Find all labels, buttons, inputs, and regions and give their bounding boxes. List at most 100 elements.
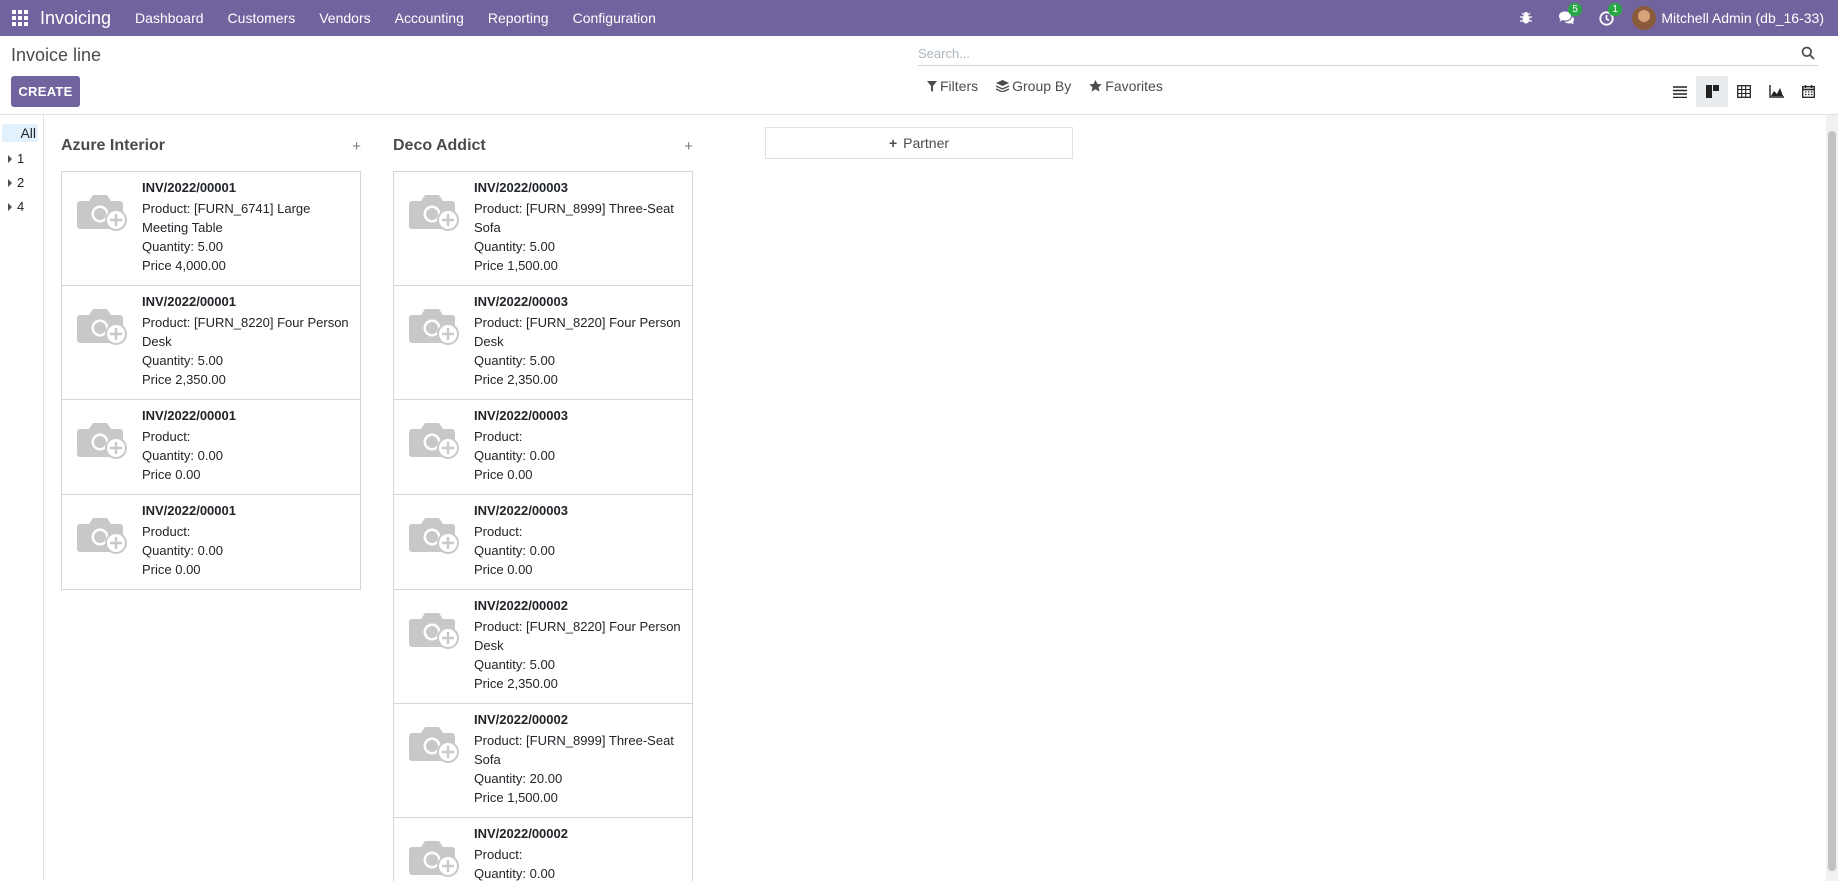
image-placeholder-icon [76, 294, 142, 389]
image-placeholder-icon [408, 503, 474, 579]
price-line: Price 2,350.00 [142, 372, 226, 387]
quantity-line: Quantity: 5.00 [142, 353, 223, 368]
kanban-card[interactable]: INV/2022/00002 Product: [FURN_8999] Thre… [393, 704, 693, 818]
product-line: Product: [142, 524, 191, 539]
kanban-column-deco-addict: Deco Addict + INV/2022/00003 Product: [F… [393, 115, 693, 881]
menu-item-accounting[interactable]: Accounting [383, 0, 476, 36]
kanban-card[interactable]: INV/2022/00001 Product: Quantity: 0.00 P… [61, 400, 361, 495]
product-line: Product: [474, 524, 523, 539]
activities-clock-icon[interactable]: 1 [1586, 0, 1626, 36]
price-line: Price 0.00 [142, 562, 201, 577]
graph-view-icon[interactable] [1760, 76, 1792, 107]
card-body: INV/2022/00002 Product: [FURN_8999] Thre… [474, 712, 682, 807]
page-title: Invoice line [11, 45, 102, 65]
column-title[interactable]: Deco Addict [393, 137, 486, 155]
caret-right-icon [8, 154, 12, 163]
invoice-number: INV/2022/00001 [142, 294, 236, 309]
image-placeholder-icon [408, 294, 474, 389]
view-switcher [1664, 76, 1824, 107]
side-panel-item-all[interactable]: All [2, 124, 38, 142]
menu-item-configuration[interactable]: Configuration [561, 0, 668, 36]
column-title[interactable]: Azure Interior [61, 137, 165, 155]
scrollbar-thumb[interactable] [1828, 131, 1836, 871]
apps-menu-icon[interactable] [0, 0, 40, 36]
side-panel-item-4[interactable]: 4 [8, 199, 43, 214]
card-body: INV/2022/00003 Product: [FURN_8220] Four… [474, 294, 682, 389]
product-line: Product: [FURN_8220] Four Person Desk [474, 619, 681, 653]
kanban-card[interactable]: INV/2022/00003 Product: Quantity: 0.00 P… [393, 495, 693, 590]
invoice-number: INV/2022/00003 [474, 180, 568, 195]
price-line: Price 0.00 [474, 562, 533, 577]
kanban-card[interactable]: INV/2022/00001 Product: [FURN_8220] Four… [61, 286, 361, 400]
invoice-number: INV/2022/00002 [474, 826, 568, 841]
quantity-line: Quantity: 0.00 [142, 448, 223, 463]
product-line: Product: [FURN_6741] Large Meeting Table [142, 201, 311, 235]
card-body: INV/2022/00003 Product: Quantity: 0.00 P… [474, 503, 568, 579]
quantity-line: Quantity: 0.00 [142, 543, 223, 558]
image-placeholder-icon [408, 180, 474, 275]
kanban-card[interactable]: INV/2022/00002 Product: [FURN_8220] Four… [393, 590, 693, 704]
filter-icon [927, 80, 937, 92]
image-placeholder-icon [76, 408, 142, 484]
caret-right-icon [8, 178, 12, 187]
side-panel-item-1[interactable]: 1 [8, 151, 43, 166]
search-input[interactable] [918, 45, 1798, 61]
quick-create-plus-icon[interactable]: + [684, 138, 693, 155]
image-placeholder-icon [408, 598, 474, 693]
product-line: Product: [FURN_8999] Three-Seat Sofa [474, 201, 674, 235]
kanban-card[interactable]: INV/2022/00003 Product: [FURN_8220] Four… [393, 286, 693, 400]
add-column-button[interactable]: + Partner [765, 127, 1073, 159]
calendar-view-icon[interactable] [1792, 76, 1824, 107]
card-body: INV/2022/00001 Product: [FURN_6741] Larg… [142, 180, 350, 275]
create-button[interactable]: CREATE [11, 76, 80, 107]
favorites-button[interactable]: Favorites [1089, 78, 1163, 94]
price-line: Price 0.00 [142, 467, 201, 482]
plus-icon: + [888, 135, 898, 151]
card-body: INV/2022/00002 Product: [FURN_8220] Four… [474, 598, 682, 693]
pivot-view-icon[interactable] [1728, 76, 1760, 107]
quantity-line: Quantity: 20.00 [474, 771, 563, 786]
menu-item-dashboard[interactable]: Dashboard [123, 0, 216, 36]
search-bar [918, 41, 1818, 66]
product-line: Product: [FURN_8220] Four Person Desk [142, 315, 349, 349]
filters-button[interactable]: Filters [927, 78, 978, 94]
activities-count-badge: 1 [1608, 3, 1622, 16]
user-menu[interactable]: Mitchell Admin (db_16-33) [1626, 0, 1838, 36]
page-scrollbar[interactable] [1826, 115, 1838, 881]
menu-item-reporting[interactable]: Reporting [476, 0, 561, 36]
kanban-card[interactable]: INV/2022/00003 Product: Quantity: 0.00 P… [393, 400, 693, 495]
invoice-number: INV/2022/00003 [474, 294, 568, 309]
card-body: INV/2022/00001 Product: [FURN_8220] Four… [142, 294, 350, 389]
quick-create-plus-icon[interactable]: + [352, 138, 361, 155]
column-header: Azure Interior + [61, 115, 361, 171]
product-line: Product: [FURN_8220] Four Person Desk [474, 315, 681, 349]
search-icon[interactable] [1798, 43, 1818, 63]
kanban-view-icon[interactable] [1696, 76, 1728, 107]
side-panel-item-label: 4 [17, 199, 25, 214]
list-view-icon[interactable] [1664, 76, 1696, 107]
image-placeholder-icon [408, 408, 474, 484]
invoice-number: INV/2022/00003 [474, 503, 568, 518]
main-menu: Dashboard Customers Vendors Accounting R… [123, 0, 668, 36]
quantity-line: Quantity: 0.00 [474, 448, 555, 463]
messages-icon[interactable]: 5 [1546, 0, 1586, 36]
debug-bug-icon[interactable] [1506, 0, 1546, 36]
side-panel-item-2[interactable]: 2 [8, 175, 43, 190]
quantity-line: Quantity: 0.00 [474, 543, 555, 558]
menu-item-customers[interactable]: Customers [216, 0, 308, 36]
group-by-button[interactable]: Group By [996, 78, 1071, 94]
menu-item-vendors[interactable]: Vendors [307, 0, 382, 36]
card-body: INV/2022/00003 Product: Quantity: 0.00 P… [474, 408, 568, 484]
kanban-card[interactable]: INV/2022/00003 Product: [FURN_8999] Thre… [393, 171, 693, 286]
app-name[interactable]: Invoicing [40, 8, 111, 29]
price-line: Price 2,350.00 [474, 676, 558, 691]
kanban-card[interactable]: INV/2022/00002 Product: Quantity: 0.00 P… [393, 818, 693, 881]
add-column-label: Partner [903, 135, 950, 151]
quantity-line: Quantity: 5.00 [474, 657, 555, 672]
product-line: Product: [142, 429, 191, 444]
invoice-number: INV/2022/00001 [142, 180, 236, 195]
kanban-card[interactable]: INV/2022/00001 Product: [FURN_6741] Larg… [61, 171, 361, 286]
card-body: INV/2022/00001 Product: Quantity: 0.00 P… [142, 503, 236, 579]
price-line: Price 2,350.00 [474, 372, 558, 387]
kanban-card[interactable]: INV/2022/00001 Product: Quantity: 0.00 P… [61, 495, 361, 590]
